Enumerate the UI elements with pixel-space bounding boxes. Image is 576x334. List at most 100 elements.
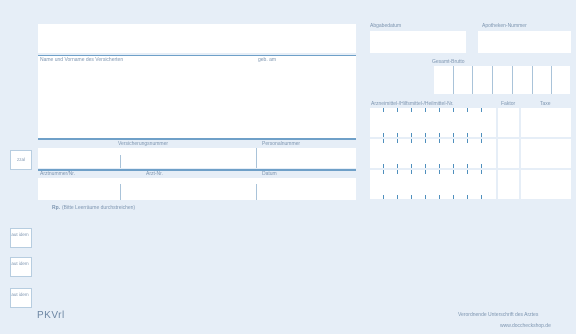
tick-mark (397, 139, 398, 143)
dob-label: geb. am (258, 57, 277, 63)
item-row-3-pzn[interactable] (370, 170, 496, 199)
side-box-aut-idem-3[interactable] (10, 288, 32, 308)
signature-label: Verordnende Unterschrift des Arztes (458, 312, 539, 318)
total-gross-field[interactable] (434, 66, 570, 94)
insurance-number-field[interactable] (38, 148, 356, 168)
pzn-label: Arzneimittel-/Hilfsmittel-/Heilmittel-Nr… (371, 101, 454, 107)
tick-mark (411, 170, 412, 174)
delivery-date-field[interactable] (370, 31, 466, 53)
tick-mark (467, 195, 468, 199)
tick-mark (383, 164, 384, 168)
rx-hint: (Bitte Leerräume durchstreichen) (62, 205, 136, 211)
divider (38, 55, 356, 56)
tick-mark (467, 108, 468, 112)
tick-mark (383, 195, 384, 199)
item-row-1-fee[interactable] (521, 108, 571, 137)
tick-mark (439, 164, 440, 168)
prescription-form: Name und Vorname des Versicherten geb. a… (0, 0, 576, 334)
side-label-aut-idem-2: aut idem (11, 261, 29, 266)
side-box-aut-idem-1[interactable] (10, 228, 32, 248)
tick-mark (439, 139, 440, 143)
pharmacy-number-field[interactable] (478, 31, 571, 53)
tick-mark (397, 170, 398, 174)
tick-mark (425, 170, 426, 174)
item-row-3-factor[interactable] (498, 170, 519, 199)
tick-mark (467, 133, 468, 137)
tick-mark (439, 133, 440, 137)
item-row-3-fee[interactable] (521, 170, 571, 199)
divider (256, 148, 257, 168)
side-label-zzal: zzal (16, 157, 25, 162)
tick-mark (411, 139, 412, 143)
divider (38, 138, 356, 140)
side-box-aut-idem-2[interactable] (10, 257, 32, 277)
item-row-2-fee[interactable] (521, 139, 571, 168)
tick-mark (481, 139, 482, 143)
divider (120, 184, 121, 200)
tick-mark (453, 139, 454, 143)
divider (453, 66, 454, 94)
date-label: Datum (262, 171, 277, 177)
doctor-number-field[interactable] (38, 178, 356, 200)
tick-mark (425, 133, 426, 137)
tick-mark (467, 164, 468, 168)
divider (551, 66, 552, 94)
rx-label: Rp. (52, 205, 61, 211)
tick-mark (439, 170, 440, 174)
tick-mark (481, 133, 482, 137)
tick-mark (467, 139, 468, 143)
tick-mark (481, 170, 482, 174)
fee-label: Taxe (540, 101, 551, 107)
divider (532, 66, 533, 94)
physician-number-label: Arzt-Nr. (146, 171, 163, 177)
doctor-number-label: Arztnummer/Nr. (40, 171, 76, 177)
tick-mark (467, 170, 468, 174)
tick-mark (453, 170, 454, 174)
tick-mark (397, 164, 398, 168)
personnel-number-label: Personalnummer (262, 141, 301, 147)
tick-mark (453, 195, 454, 199)
tick-mark (397, 195, 398, 199)
divider (492, 66, 493, 94)
side-label-aut-idem-3: aut idem (11, 292, 29, 297)
factor-label: Faktor (501, 101, 516, 107)
tick-mark (481, 164, 482, 168)
pharmacy-number-label: Apotheken-Nummer (482, 23, 527, 29)
tick-mark (411, 108, 412, 112)
tick-mark (383, 108, 384, 112)
divider (472, 66, 473, 94)
delivery-date-label: Abgabedatum (370, 23, 402, 29)
item-row-1-pzn[interactable] (370, 108, 496, 137)
tick-mark (425, 195, 426, 199)
tick-mark (411, 133, 412, 137)
tick-mark (453, 108, 454, 112)
tick-mark (411, 195, 412, 199)
divider (38, 169, 356, 171)
tick-mark (383, 133, 384, 137)
tick-mark (439, 195, 440, 199)
tick-mark (425, 139, 426, 143)
item-row-2-pzn[interactable] (370, 139, 496, 168)
insurance-number-label: Versicherungsnummer (118, 141, 169, 147)
top-field[interactable] (38, 24, 356, 53)
divider (256, 184, 257, 200)
tick-mark (481, 195, 482, 199)
tick-mark (397, 133, 398, 137)
tick-mark (481, 108, 482, 112)
tick-mark (453, 133, 454, 137)
tick-mark (383, 170, 384, 174)
total-gross-label: Gesamt-Brutto (432, 59, 465, 65)
tick-mark (425, 164, 426, 168)
tick-mark (397, 108, 398, 112)
tick-mark (425, 108, 426, 112)
tick-mark (411, 164, 412, 168)
insured-name-label: Name und Vorname des Versicherten (40, 57, 124, 63)
item-row-1-factor[interactable] (498, 108, 519, 137)
side-label-aut-idem-1: aut idem (11, 232, 29, 237)
pkv-logo: PKVrl (37, 310, 65, 321)
insured-name-field[interactable] (38, 56, 356, 138)
tick-mark (383, 139, 384, 143)
tick-mark (453, 164, 454, 168)
divider (512, 66, 513, 94)
item-row-2-factor[interactable] (498, 139, 519, 168)
